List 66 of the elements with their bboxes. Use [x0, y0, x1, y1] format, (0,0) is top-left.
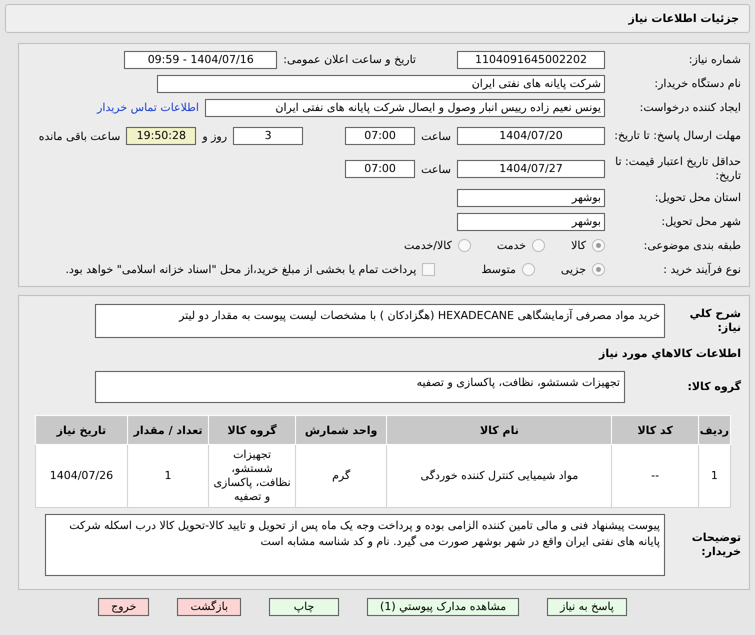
input-field[interactable]: 1404/07/27: [457, 160, 605, 178]
column-header: کد کالا: [612, 416, 698, 444]
column-header: تعداد / مقدار: [127, 416, 209, 444]
page-title: جزئیات اطلاعات نیاز: [5, 4, 750, 33]
table-cell: تجهیزات شستشو، نظافت، پاکسازی و تصفیه: [208, 444, 296, 508]
input-field[interactable]: 1404/07/16 - 09:59: [124, 50, 278, 68]
field-label: استان محل تحویل:: [654, 190, 741, 204]
field-label: ایجاد کننده درخواست:: [638, 100, 741, 114]
input-field[interactable]: 1104091645002202: [457, 50, 605, 68]
column-header: نام کالا: [386, 416, 612, 444]
action-button[interactable]: مشاهده مدارک پیوستي (1): [367, 598, 520, 616]
option-label: خدمت: [496, 239, 526, 252]
table-cell: 1: [127, 444, 209, 508]
field-label: شرح کلي نياز:: [688, 307, 741, 335]
table-cell: مواد شیمیایی کنترل کننده خوردگی: [386, 444, 612, 508]
field-label: نوع فرآیند خرید :: [662, 262, 741, 276]
field-label: شهر محل تحویل:: [660, 214, 741, 228]
input-field[interactable]: شرکت پایانه های نفتی ایران: [157, 74, 605, 92]
table-cell: 1: [698, 444, 730, 508]
text-area[interactable]: پیوست پیشنهاد فنی و مالی تامین کننده الزامی بوده و پرداخت وجه یک ماه پس از تحویل و تایید کالا-تحویل کالا درب اسکله شرکت پایانه های نفتی ایران واقع در شهر بوشهر صورت می گیرد. نام و کد شناسه مشابه است: [45, 514, 665, 576]
text-area[interactable]: تجهیزات شستشو، نظافت، پاکسازی و تصفیه: [95, 371, 625, 403]
field-label: توضیحات خریدار:: [690, 531, 741, 559]
field-label: ساعت: [421, 130, 451, 142]
radio-button[interactable]: [522, 263, 535, 276]
input-field[interactable]: 1404/07/20: [457, 127, 605, 145]
text-area[interactable]: خرید مواد مصرفی آزمایشگاهی HEXADECANE (هگزادکان ) با مشخصات لیست پیوست به مقدار دو لیتر: [95, 304, 665, 338]
option-label: پرداخت تمام یا بخشی از مبلغ خرید،از محل "اسناد خزانه اسلامی" خواهد بود.: [66, 263, 416, 276]
radio-button[interactable]: [592, 263, 605, 276]
input-field[interactable]: 07:00: [345, 127, 416, 145]
field-label: تاریخ و ساعت اعلان عمومی:: [283, 53, 416, 66]
field-label: شماره نیاز:: [688, 52, 741, 66]
option-label: کالا: [571, 239, 586, 252]
input-field[interactable]: 07:00: [345, 160, 416, 178]
action-button[interactable]: خروج: [98, 598, 150, 616]
action-button[interactable]: پاسخ به نیاز: [547, 598, 627, 616]
field-label: طبقه بندی موضوعی:: [642, 238, 741, 252]
option-label: کالا/خدمت: [404, 239, 452, 252]
field-label: نام دستگاه خریدار:: [653, 76, 741, 90]
section-title: اطلاعات کالاهاي مورد نياز: [599, 347, 741, 360]
radio-button[interactable]: [592, 239, 605, 252]
input-field[interactable]: 3: [233, 127, 304, 145]
field-label: مهلت ارسال پاسخ: تا تاریخ:: [613, 129, 741, 143]
field-label: ساعت: [421, 162, 451, 176]
option-label: جزیی: [560, 263, 586, 276]
column-header: ردیف: [698, 416, 730, 444]
input-field[interactable]: یونس نعیم زاده رییس انبار وصول و ایصال شرکت پایانه های نفتی ایران: [205, 98, 605, 116]
input-field[interactable]: بوشهر: [457, 212, 605, 230]
buyer-contact-link[interactable]: اطلاعات تماس خریدار: [97, 101, 199, 114]
table-cell: 1404/07/26: [36, 444, 128, 508]
column-header: گروه کالا: [208, 416, 296, 444]
option-label: متوسط: [481, 263, 516, 276]
checkbox[interactable]: [422, 263, 436, 276]
field-label: روز و: [202, 130, 228, 142]
action-button[interactable]: چاپ: [269, 598, 340, 616]
countdown-field[interactable]: 19:50:28: [126, 127, 196, 145]
table-cell: --: [612, 444, 698, 508]
table-cell: گرم: [295, 444, 387, 508]
column-header: واحد شمارش: [295, 416, 387, 444]
field-label: حداقل تاریخ اعتبار قیمت: تا تاریخ:: [614, 155, 741, 183]
radio-button[interactable]: [532, 239, 546, 252]
input-field[interactable]: بوشهر: [457, 188, 605, 206]
column-header: تاریخ نیاز: [36, 416, 128, 444]
action-button[interactable]: بازگشت: [177, 598, 242, 616]
radio-button[interactable]: [458, 239, 471, 252]
field-label: گروه کالا:: [686, 380, 741, 394]
field-label: ساعت باقی مانده: [38, 130, 120, 142]
